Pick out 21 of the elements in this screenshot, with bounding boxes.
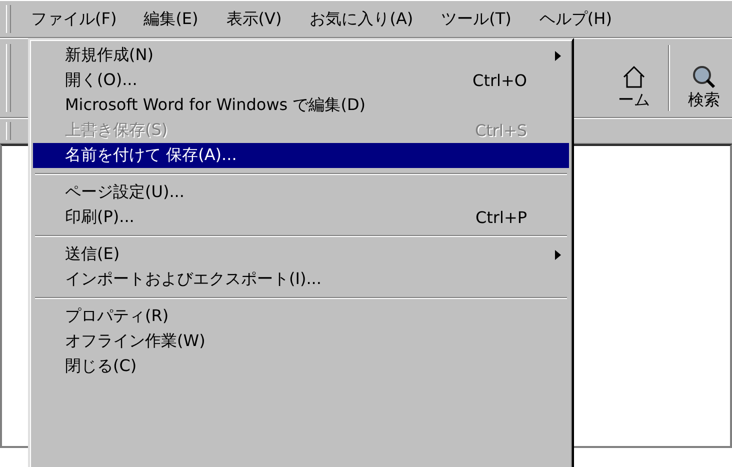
menu-title[interactable]: 表示(V) <box>215 4 293 34</box>
menu-item[interactable]: 新規作成(N) <box>33 43 569 68</box>
menu-item[interactable]: オフライン作業(W) <box>33 329 569 354</box>
menu-item[interactable]: インポートおよびエクスポート(I)... <box>33 267 569 292</box>
menu-item[interactable]: 開く(O)... Ctrl+O <box>33 68 569 93</box>
menu-title[interactable]: 編集(E) <box>132 4 210 34</box>
search-icon <box>691 64 717 90</box>
menu-item[interactable]: 印刷(P)... Ctrl+P <box>33 205 569 230</box>
menu-title[interactable]: ファイル(F) <box>21 6 127 32</box>
house-icon <box>621 64 647 90</box>
toolbar-button[interactable]: 検索 <box>676 39 732 117</box>
menu-item[interactable]: 名前を付けて 保存(A)... <box>33 143 569 168</box>
menu-title[interactable]: お気に入り(A) <box>298 4 424 34</box>
menu-item[interactable]: 送信(E) <box>33 242 569 267</box>
menu-item[interactable]: プロパティ(R) <box>33 304 569 329</box>
menu-title[interactable]: ヘルプ(H) <box>528 4 623 34</box>
toolbar-button[interactable]: ーム <box>606 39 662 117</box>
menu-item[interactable]: 閉じる(C) <box>33 354 569 379</box>
menu-title[interactable]: ツール(T) <box>430 4 522 34</box>
menu-item[interactable]: ページ設定(U)... <box>33 180 569 205</box>
menu-item[interactable]: Microsoft Word for Windows で編集(D) <box>33 93 569 118</box>
